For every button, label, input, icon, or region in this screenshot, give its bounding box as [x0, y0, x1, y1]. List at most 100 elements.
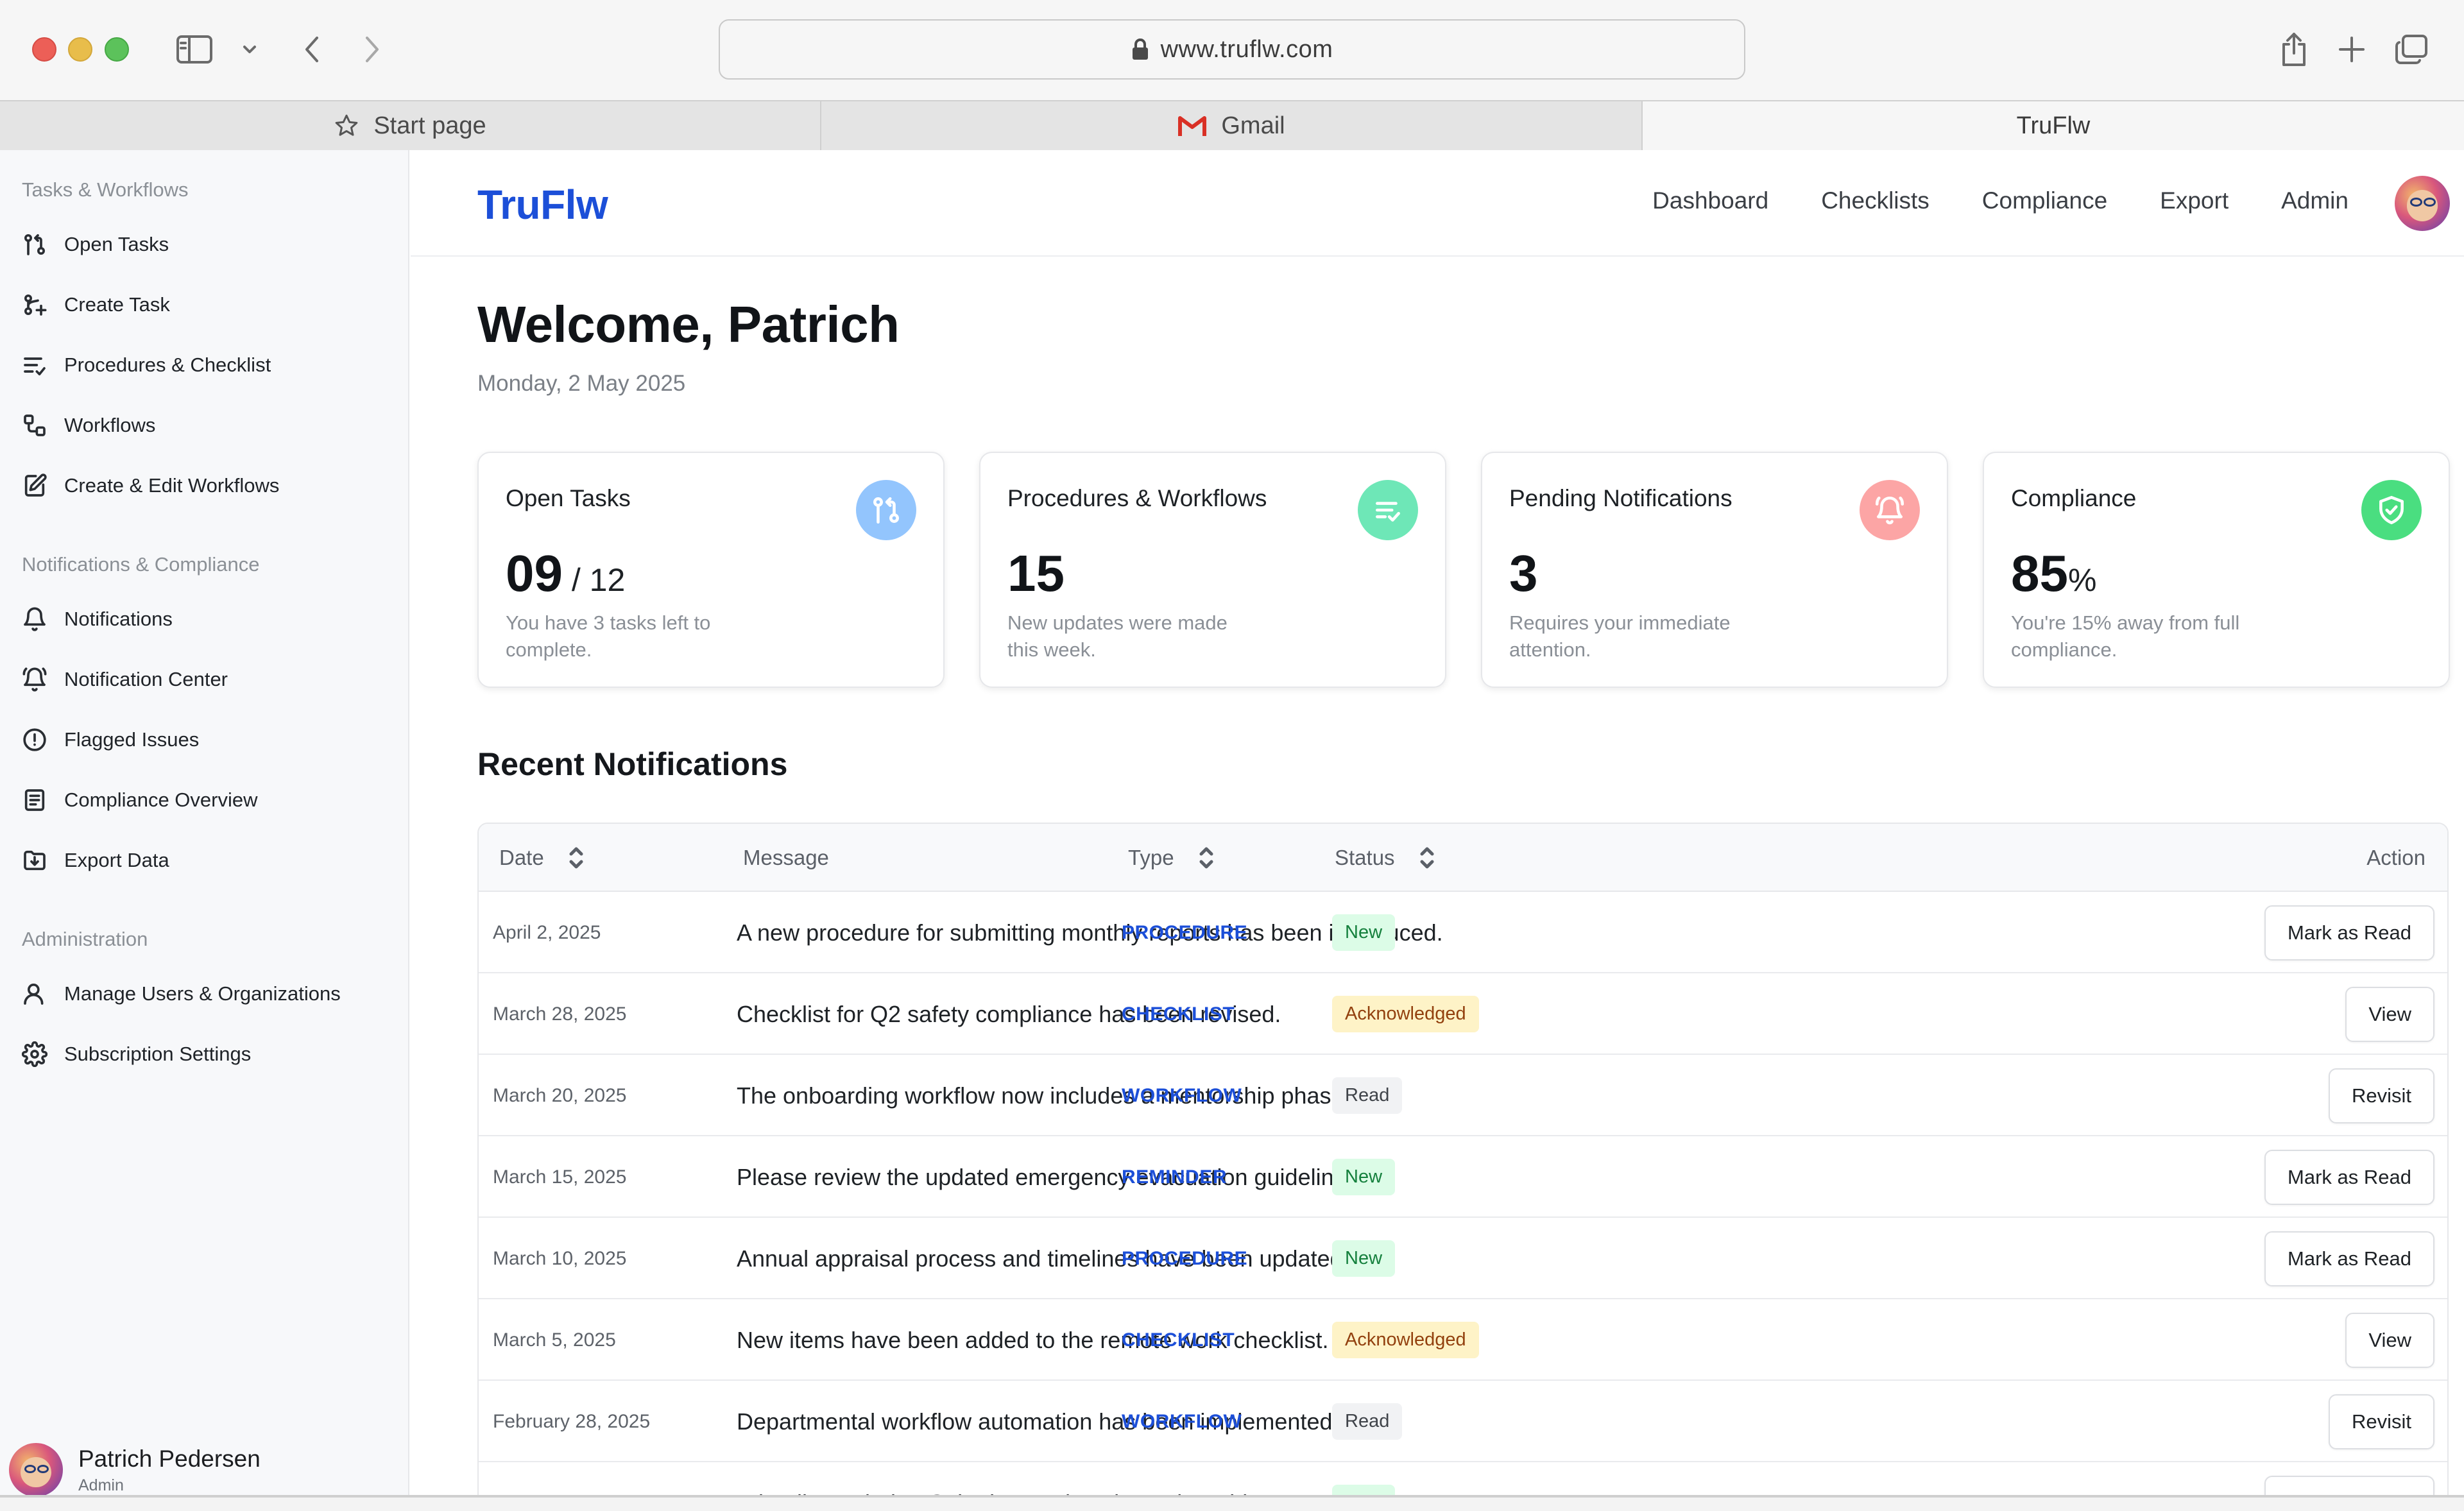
row-action: Mark as Read — [2264, 892, 2434, 973]
tab-overview-icon[interactable] — [2393, 28, 2429, 71]
tab-label: Gmail — [1221, 112, 1285, 139]
sidebar-item-open-tasks[interactable]: Open Tasks — [22, 221, 394, 268]
sidebar-user-profile[interactable]: Patrich Pedersen Admin — [9, 1443, 261, 1497]
table-row: February 28, 2025 Departmental workflow … — [479, 1381, 2447, 1462]
top-navigation: TruFlw Dashboard Checklists Compliance E… — [411, 150, 2464, 257]
forward-arrow-icon[interactable] — [357, 28, 389, 71]
mark-as-read-button[interactable]: Mark as Read — [2264, 1149, 2434, 1205]
card-value: 3 — [1509, 545, 1538, 602]
sidebar-section-title: Administration — [22, 928, 148, 950]
status-badge: Read — [1332, 1403, 1403, 1440]
card-value-suffix: / 12 — [562, 562, 626, 598]
avatar — [9, 1443, 63, 1497]
list-check-icon — [1358, 480, 1418, 540]
column-header-date[interactable]: Date — [499, 824, 585, 892]
card-compliance[interactable]: Compliance 85% You're 15% away from full… — [1983, 452, 2450, 688]
tab-truflw[interactable]: TruFlw — [1643, 100, 2464, 150]
tab-gmail[interactable]: Gmail — [821, 100, 1643, 150]
mark-as-read-button[interactable]: Mark as Read — [2264, 905, 2434, 960]
view-button[interactable]: View — [2345, 1312, 2434, 1368]
row-message: Annual appraisal process and timelines h… — [737, 1245, 1349, 1272]
sidebar-item-export-data[interactable]: Export Data — [22, 837, 394, 884]
card-open-tasks[interactable]: Open Tasks 09 / 12 You have 3 tasks left… — [477, 452, 945, 688]
tab-start-page[interactable]: Start page — [0, 100, 821, 150]
revisit-button[interactable]: Revisit — [2328, 1068, 2434, 1123]
bell-ring-icon — [22, 667, 47, 692]
sidebar-item-create-task[interactable]: Create Task — [22, 281, 394, 329]
list-check-icon — [24, 357, 46, 375]
brand-logo[interactable]: TruFlw — [477, 181, 608, 228]
row-action: Revisit — [2328, 1055, 2434, 1136]
maximize-window-button[interactable] — [105, 37, 129, 62]
new-tab-plus-icon[interactable] — [2336, 28, 2368, 71]
row-action: Revisit — [2328, 1381, 2434, 1462]
main-content: TruFlw Dashboard Checklists Compliance E… — [411, 150, 2464, 1511]
nav-checklists[interactable]: Checklists — [1821, 187, 1929, 214]
address-bar[interactable]: www.truflw.com — [719, 19, 1745, 80]
sidebar-item-workflows[interactable]: Workflows — [22, 402, 394, 449]
column-header-type[interactable]: Type — [1128, 824, 1215, 892]
revisit-button[interactable]: Revisit — [2328, 1394, 2434, 1449]
profile-avatar[interactable] — [2395, 176, 2450, 231]
row-type: WORKFLOW — [1122, 1084, 1242, 1106]
url-text: www.truflw.com — [1160, 35, 1333, 63]
nav-export[interactable]: Export — [2160, 187, 2229, 214]
column-header-status[interactable]: Status — [1335, 824, 1436, 892]
mark-as-read-button[interactable]: Mark as Read — [2264, 1231, 2434, 1286]
sidebar-item-label: Notification Center — [64, 668, 228, 690]
nav-compliance[interactable]: Compliance — [1982, 187, 2107, 214]
sort-icon — [569, 847, 583, 869]
sidebar-item-label: Compliance Overview — [64, 789, 258, 811]
user-name: Patrich Pedersen — [78, 1445, 261, 1472]
sidebar-item-subscription-settings[interactable]: Subscription Settings — [22, 1030, 394, 1078]
row-type: CHECKLIST — [1122, 1003, 1235, 1025]
close-window-button[interactable] — [32, 37, 56, 62]
sidebar-item-notifications[interactable]: Notifications — [22, 595, 394, 643]
edit-file-icon — [24, 474, 47, 497]
sidebar-toggle-icon[interactable] — [175, 28, 214, 71]
status-badge: Acknowledged — [1332, 996, 1479, 1032]
status-badge: Acknowledged — [1332, 1322, 1479, 1358]
row-action: View — [2345, 973, 2434, 1055]
sidebar-item-create-edit-workflows[interactable]: Create & Edit Workflows — [22, 462, 394, 509]
document-icon — [24, 789, 45, 811]
sidebar-item-manage-users[interactable]: Manage Users & Organizations — [22, 970, 394, 1018]
back-arrow-icon[interactable] — [295, 28, 327, 71]
star-icon — [335, 114, 358, 136]
summary-cards: Open Tasks 09 / 12 You have 3 tasks left… — [477, 452, 2450, 688]
sidebar-item-label: Flagged Issues — [64, 728, 200, 751]
row-date: March 10, 2025 — [493, 1247, 627, 1269]
card-procedures-workflows[interactable]: Procedures & Workflows 15 New updates we… — [979, 452, 1446, 688]
chevron-down-icon[interactable] — [239, 28, 261, 71]
row-message: The onboarding workflow now includes a m… — [737, 1082, 1351, 1109]
gear-icon — [22, 1041, 47, 1067]
share-icon[interactable] — [2278, 28, 2310, 71]
row-type: WORKFLOW — [1122, 1410, 1242, 1432]
git-branch-plus-icon — [24, 295, 47, 316]
row-message: New items have been added to the remote … — [737, 1326, 1329, 1353]
sidebar-item-label: Create & Edit Workflows — [64, 474, 280, 497]
git-pull-icon — [24, 234, 45, 255]
card-pending-notifications[interactable]: Pending Notifications 3 Requires your im… — [1481, 452, 1948, 688]
row-status: New — [1332, 1136, 1396, 1218]
card-description: You're 15% away from full compliance. — [2011, 611, 2240, 661]
card-value: 09 / 12 — [506, 545, 626, 602]
section-title-recent-notifications: Recent Notifications — [477, 746, 788, 782]
sidebar-item-compliance-overview[interactable]: Compliance Overview — [22, 776, 394, 824]
nav-admin[interactable]: Admin — [2281, 187, 2348, 214]
column-header-action: Action — [2366, 846, 2426, 869]
nav-dashboard[interactable]: Dashboard — [1652, 187, 1768, 214]
row-type: PROCEDURE — [1122, 921, 1248, 943]
card-value: 85% — [2011, 545, 2097, 602]
browser-tab-bar: Start page Gmail TruFlw — [0, 100, 2464, 150]
row-date: March 28, 2025 — [493, 1003, 627, 1025]
table-row: March 5, 2025 New items have been added … — [479, 1299, 2447, 1381]
minimize-window-button[interactable] — [68, 37, 92, 62]
row-date: March 15, 2025 — [493, 1166, 627, 1188]
sidebar-item-notification-center[interactable]: Notification Center — [22, 656, 394, 703]
status-badge: New — [1332, 914, 1396, 951]
sidebar-item-procedures-checklist[interactable]: Procedures & Checklist — [22, 341, 394, 389]
sidebar-item-flagged-issues[interactable]: Flagged Issues — [22, 716, 394, 764]
view-button[interactable]: View — [2345, 986, 2434, 1042]
browser-toolbar: www.truflw.com — [0, 0, 2464, 100]
